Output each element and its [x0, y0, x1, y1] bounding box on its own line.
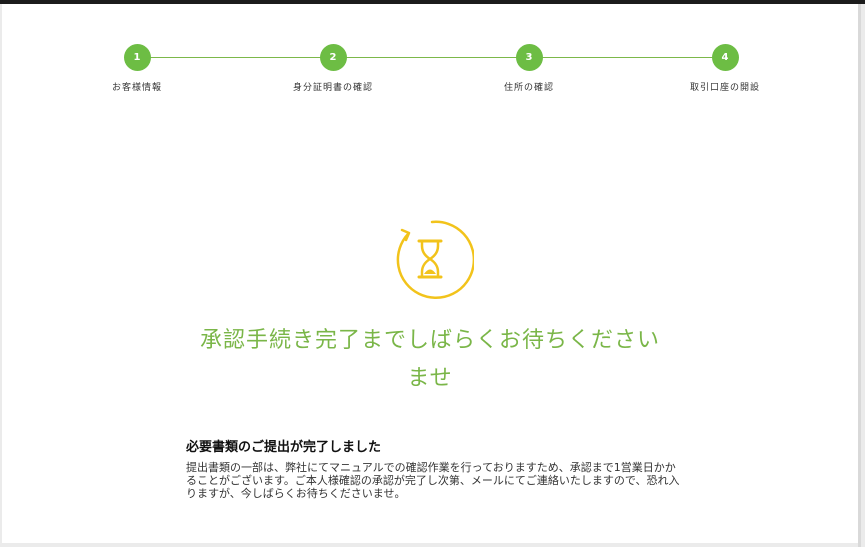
step-address-verification: 3 住所の確認	[459, 44, 599, 93]
step-number-badge: 2	[319, 44, 347, 71]
step-number-badge: 1	[123, 44, 151, 71]
step-id-verification: 2 身分証明書の確認	[263, 44, 403, 93]
submission-message: 必要書類のご提出が完了しました 提出書類の一部は、弊社にてマニュアルでの確認作業…	[186, 436, 686, 500]
content-card: 1 お客様情報 2 身分証明書の確認 3 住所の確認 4 取引口座の開設 承認手…	[2, 4, 858, 543]
step-label: 取引口座の開設	[689, 83, 760, 93]
hourglass-icon	[396, 220, 474, 299]
status-heading-line-1: 承認手続き完了までしばらくお待ちください	[199, 328, 660, 353]
step-account-opening: 4 取引口座の開設	[655, 44, 795, 93]
progress-stepper: 1 お客様情報 2 身分証明書の確認 3 住所の確認 4 取引口座の開設	[2, 4, 858, 104]
step-label: 住所の確認	[503, 83, 554, 93]
stepper-connector-line	[137, 57, 729, 58]
step-customer-info: 1 お客様情報	[67, 44, 207, 93]
step-label: 身分証明書の確認	[292, 83, 373, 93]
step-label: お客様情報	[111, 83, 162, 93]
step-number-badge: 3	[515, 44, 543, 71]
message-body: 提出書類の一部は、弊社にてマニュアルでの確認作業を行っておりますため、承認まで1…	[186, 461, 680, 500]
message-title: 必要書類のご提出が完了しました	[186, 440, 382, 455]
status-heading-line-2: ませ	[407, 366, 453, 391]
step-number-badge: 4	[711, 44, 739, 71]
page-edge-shadow	[858, 4, 861, 547]
status-heading: 承認手続き完了までしばらくお待ちください ませ	[182, 322, 678, 398]
